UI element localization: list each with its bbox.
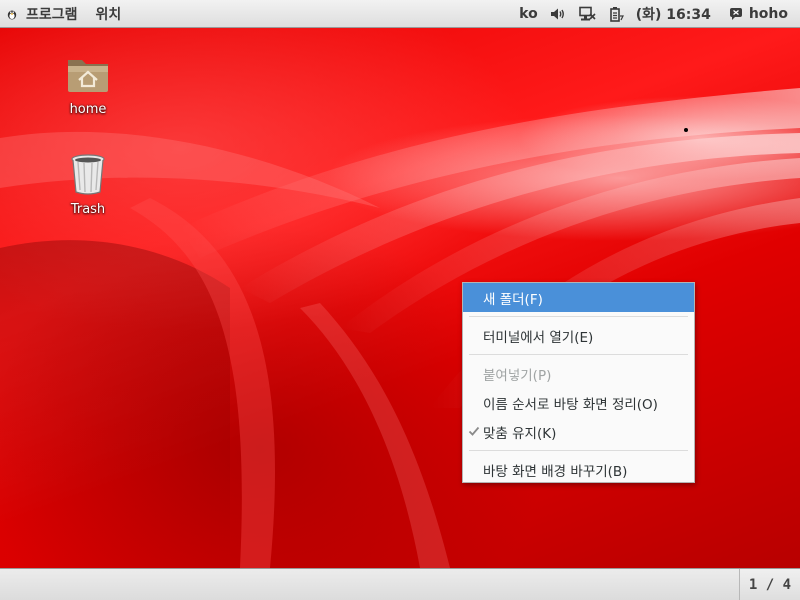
- volume-icon: [550, 8, 564, 19]
- menu-item-keep-aligned[interactable]: 맞춤 유지(K): [463, 417, 694, 446]
- desktop-icon-label: home: [69, 102, 107, 117]
- desktop-icon-label: Trash: [70, 202, 106, 217]
- bottom-panel: 1 / 4: [0, 568, 800, 600]
- menu-item-label: 맞춤 유지(K): [483, 425, 557, 442]
- menu-item-paste[interactable]: 붙여넣기(P): [463, 359, 694, 388]
- workspace-indicator: 1 / 4: [748, 576, 792, 593]
- desktop-icon-home[interactable]: home: [48, 50, 128, 117]
- menu-item-label: 붙여넣기(P): [483, 367, 552, 384]
- volume-button[interactable]: [544, 0, 572, 27]
- keyboard-layout-label: ko: [519, 5, 538, 22]
- applications-logo-icon: [7, 10, 17, 19]
- menu-item-new-folder[interactable]: 새 폴더(F): [463, 283, 694, 312]
- desktop-icon-trash[interactable]: Trash: [48, 150, 128, 217]
- battery-button[interactable]: [602, 0, 630, 27]
- menu-item-label: 터미널에서 열기(E): [483, 329, 594, 346]
- clock[interactable]: (화) 16:34: [630, 0, 721, 27]
- menu-separator: [469, 450, 688, 451]
- applications-menu-label: 프로그램: [26, 6, 78, 23]
- trash-icon: [71, 154, 105, 195]
- battery-icon: [609, 6, 624, 22]
- places-menu-label: 위치: [95, 6, 122, 23]
- network-button[interactable]: [572, 0, 602, 27]
- top-panel: 프로그램 위치 ko (화) 16:34 hoho: [0, 0, 800, 28]
- workspace-switcher[interactable]: 1 / 4: [739, 569, 800, 600]
- menu-item-label: 새 폴더(F): [483, 291, 543, 308]
- applications-menu[interactable]: 프로그램: [0, 0, 86, 27]
- system-tray: ko (화) 16:34 hoho: [513, 0, 800, 27]
- menu-item-arrange-by-name[interactable]: 이름 순서로 바탕 화면 정리(O): [463, 388, 694, 417]
- home-folder-icon: [68, 60, 108, 92]
- checkmark-icon: [468, 426, 480, 436]
- menu-item-label: 바탕 화면 배경 바꾸기(B): [483, 463, 628, 480]
- menu-item-label: 이름 순서로 바탕 화면 정리(O): [483, 396, 658, 413]
- user-name-label: hoho: [748, 5, 788, 22]
- menu-item-open-terminal[interactable]: 터미널에서 열기(E): [463, 321, 694, 350]
- network-icon: [578, 6, 596, 20]
- keyboard-layout-indicator[interactable]: ko: [513, 0, 544, 27]
- clock-label: (화) 16:34: [635, 6, 711, 23]
- user-menu[interactable]: hoho: [721, 0, 800, 27]
- chat-icon: [729, 7, 742, 20]
- menu-separator: [469, 354, 688, 355]
- places-menu[interactable]: 위치: [86, 0, 130, 27]
- menu-item-change-background[interactable]: 바탕 화면 배경 바꾸기(B): [463, 455, 694, 484]
- desktop-context-menu: 새 폴더(F) 터미널에서 열기(E) 붙여넣기(P) 이름 순서로 바탕 화면…: [462, 282, 695, 483]
- menu-separator: [469, 316, 688, 317]
